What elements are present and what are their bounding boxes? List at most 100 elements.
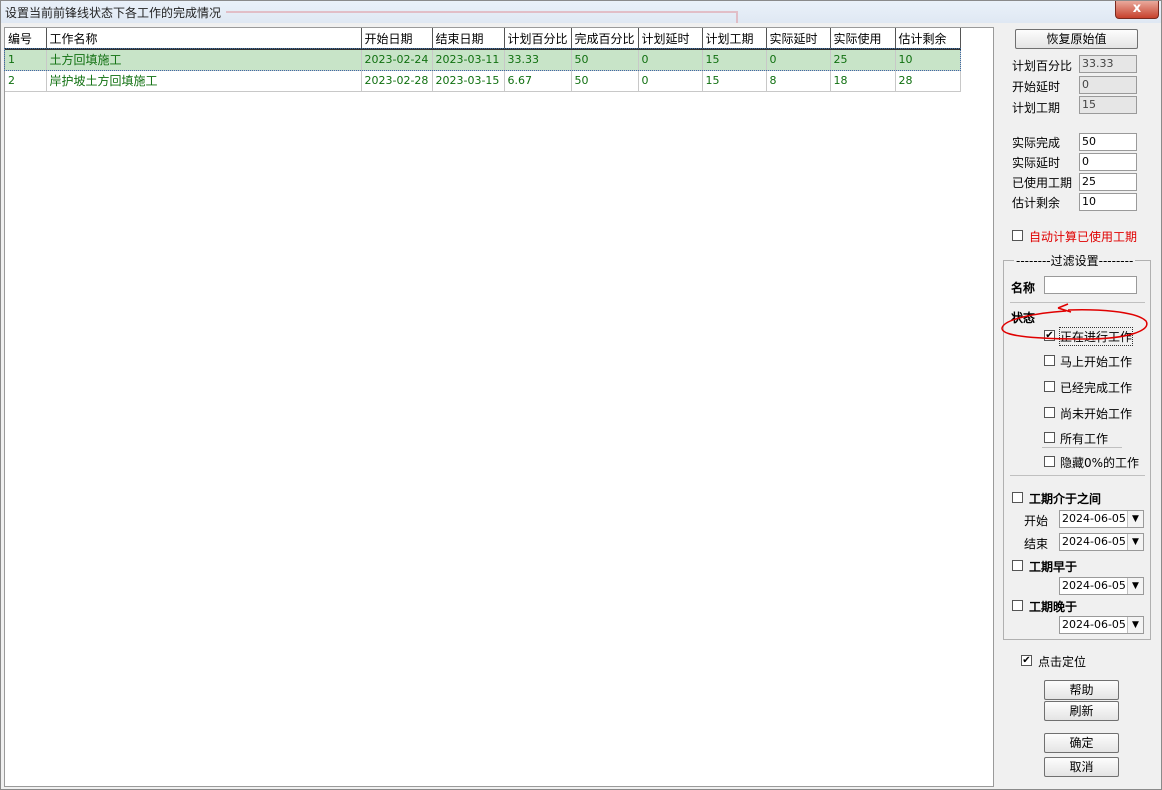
chevron-down-icon: ▼	[1127, 534, 1143, 550]
table-row[interactable]: 1 土方回填施工 2023-02-24 2023-03-11 33.33 50 0 15 0 25…	[3, 48, 962, 71]
divider	[1010, 475, 1145, 476]
column-header[interactable]: 编号	[5, 28, 47, 50]
column-header[interactable]: 计划延时	[638, 28, 703, 50]
actual-delay-field[interactable]: 0	[1079, 153, 1137, 171]
table-cell[interactable]: 15	[702, 70, 767, 92]
later-than-checkbox[interactable]	[1012, 600, 1023, 611]
earlier-than-checkbox[interactable]	[1012, 560, 1023, 571]
earlier-date-picker[interactable]: 2024-06-05 ▼	[1059, 577, 1144, 595]
end-date-picker[interactable]: 2024-06-05 ▼	[1059, 533, 1144, 551]
table-cell[interactable]: 6.67	[504, 70, 572, 92]
end-date-label: 结束	[1024, 537, 1049, 551]
actual-delay-label: 实际延时	[1012, 156, 1061, 170]
later-than-label: 工期晚于	[1029, 600, 1078, 614]
chevron-down-icon: ▼	[1127, 578, 1143, 594]
table-cell[interactable]: 18	[830, 70, 896, 92]
status-option-checkbox[interactable]	[1044, 381, 1055, 392]
start-delay-field: 0	[1079, 76, 1137, 94]
filter-group-title: --------过滤设置--------	[1014, 252, 1136, 269]
chevron-down-icon: ▼	[1127, 617, 1143, 633]
table-cell[interactable]: 2	[5, 70, 47, 92]
table-cell[interactable]: 15	[702, 49, 767, 71]
plan-duration-field: 15	[1079, 96, 1137, 114]
column-header[interactable]: 计划百分比	[504, 28, 572, 50]
later-date-picker[interactable]: 2024-06-05 ▼	[1059, 616, 1144, 634]
auto-calc-label: 自动计算已使用工期	[1029, 230, 1138, 244]
status-label: 状态	[1011, 311, 1036, 325]
table-cell[interactable]: 岸护坡土方回填施工	[46, 70, 362, 92]
background-artifact	[736, 11, 738, 23]
status-option-label: 所有工作	[1060, 432, 1109, 446]
table-body: 1 土方回填施工 2023-02-24 2023-03-11 33.33 50 0 15 0 25…	[3, 48, 962, 92]
table-cell[interactable]: 28	[895, 70, 961, 92]
table-cell[interactable]: 2023-03-15	[432, 70, 505, 92]
plan-percent-label: 计划百分比	[1012, 59, 1073, 73]
table-cell[interactable]: 0	[638, 70, 703, 92]
restore-original-button[interactable]: 恢复原始值	[1015, 29, 1138, 49]
title-bar: 设置当前前锋线状态下各工作的完成情况 x	[1, 1, 1161, 23]
duration-between-label: 工期介于之间	[1029, 492, 1102, 506]
status-option-checkbox[interactable]	[1044, 432, 1055, 443]
table-cell[interactable]: 8	[766, 70, 831, 92]
click-locate-checkbox[interactable]: ✔	[1021, 655, 1032, 666]
table-cell[interactable]: 2023-02-28	[361, 70, 433, 92]
plan-duration-label: 计划工期	[1012, 101, 1061, 115]
task-table-grid: 编号 工作名称 开始日期 结束日期 计划百分比 完成百分比 计划延时 计划工期 实际延时 实际使用…	[3, 28, 962, 92]
background-artifact	[226, 11, 736, 13]
status-option-label: 尚未开始工作	[1060, 407, 1133, 421]
remaining-field[interactable]: 10	[1079, 193, 1137, 211]
column-header[interactable]: 结束日期	[432, 28, 505, 50]
side-panel: 恢复原始值 计划百分比 33.33 开始延时 0 计划工期 15 实际完成 50…	[996, 23, 1161, 790]
status-option-label: 已经完成工作	[1060, 381, 1133, 395]
status-option-label: 马上开始工作	[1060, 355, 1133, 369]
column-header[interactable]: 计划工期	[702, 28, 767, 50]
close-button[interactable]: x	[1115, 1, 1159, 19]
hide-zero-label: 隐藏0%的工作	[1060, 456, 1140, 470]
table-cell[interactable]: 1	[5, 49, 47, 71]
task-table[interactable]: 编号 工作名称 开始日期 结束日期 计划百分比 完成百分比 计划延时 计划工期 实际延时 实际使用…	[3, 27, 994, 787]
status-option-checkbox[interactable]: ✔	[1044, 330, 1055, 341]
filter-group: --------过滤设置-------- 名称 状态 ✔ 正在进行工作 马上开始工作…	[1003, 252, 1151, 640]
earlier-than-label: 工期早于	[1029, 560, 1078, 574]
column-header[interactable]: 完成百分比	[571, 28, 639, 50]
duration-between-checkbox[interactable]	[1012, 492, 1023, 503]
table-cell[interactable]: 2023-02-24	[361, 49, 433, 71]
name-filter-input[interactable]	[1044, 276, 1137, 294]
status-option-label: 正在进行工作	[1058, 327, 1134, 346]
table-cell[interactable]: 50	[571, 49, 639, 71]
auto-calc-checkbox[interactable]	[1012, 230, 1023, 241]
status-option-checkbox[interactable]	[1044, 407, 1055, 418]
table-cell[interactable]: 0	[638, 49, 703, 71]
earlier-date-value: 2024-06-05	[1062, 579, 1126, 592]
ok-button[interactable]: 确定	[1044, 733, 1119, 753]
status-option-checkbox[interactable]	[1044, 355, 1055, 366]
start-date-label: 开始	[1024, 514, 1049, 528]
start-date-picker[interactable]: 2024-06-05 ▼	[1059, 510, 1144, 528]
table-cell[interactable]: 2023-03-11	[432, 49, 505, 71]
column-header[interactable]: 开始日期	[361, 28, 433, 50]
table-cell[interactable]: 50	[571, 70, 639, 92]
remaining-label: 估计剩余	[1012, 196, 1061, 210]
table-row[interactable]: 2 岸护坡土方回填施工 2023-02-28 2023-03-15 6.67 50 0 15 8…	[5, 70, 961, 92]
column-header[interactable]: 实际延时	[766, 28, 831, 50]
start-delay-label: 开始延时	[1012, 80, 1061, 94]
table-cell[interactable]: 25	[830, 49, 896, 71]
refresh-button[interactable]: 刷新	[1044, 701, 1119, 721]
table-cell[interactable]: 土方回填施工	[46, 49, 362, 71]
actual-done-label: 实际完成	[1012, 136, 1061, 150]
cancel-button[interactable]: 取消	[1044, 757, 1119, 777]
help-button[interactable]: 帮助	[1044, 680, 1119, 700]
actual-done-field[interactable]: 50	[1079, 133, 1137, 151]
column-header[interactable]: 工作名称	[46, 28, 362, 50]
dialog-window: 设置当前前锋线状态下各工作的完成情况 x 编号 工作名称 开始日期 结束日期 计划百分比…	[0, 0, 1162, 790]
used-duration-label: 已使用工期	[1012, 176, 1073, 190]
used-duration-field[interactable]: 25	[1079, 173, 1137, 191]
plan-percent-field: 33.33	[1079, 55, 1137, 73]
hide-zero-checkbox[interactable]	[1044, 456, 1055, 467]
window-title: 设置当前前锋线状态下各工作的完成情况	[5, 6, 222, 20]
table-cell[interactable]: 33.33	[504, 49, 572, 71]
table-cell[interactable]: 0	[766, 49, 831, 71]
column-header[interactable]: 估计剩余	[895, 28, 961, 50]
table-cell[interactable]: 10	[895, 49, 961, 71]
column-header[interactable]: 实际使用	[830, 28, 896, 50]
